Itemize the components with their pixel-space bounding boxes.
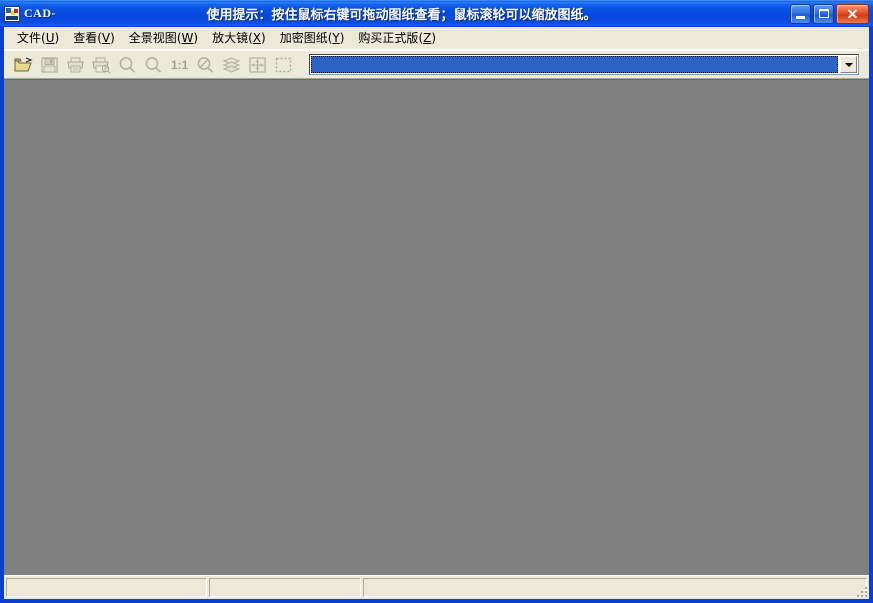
menu-bar: 文件(U) 查看(V) 全景视图(W) 放大镜(X) 加密图纸(Y) 购买正式版… bbox=[4, 27, 869, 50]
menu-label-encrypt: 加密图纸 bbox=[279, 31, 328, 45]
menu-accel-encrypt: Y bbox=[332, 31, 340, 45]
save-button[interactable] bbox=[37, 53, 62, 77]
drawing-selector-input[interactable] bbox=[311, 56, 838, 73]
layers-button[interactable] bbox=[219, 53, 244, 77]
menu-item-purchase[interactable]: 购买正式版(Z) bbox=[351, 27, 443, 49]
fit-to-window-icon bbox=[249, 56, 266, 73]
status-panel-info bbox=[363, 578, 867, 597]
zoom-out-button[interactable] bbox=[141, 53, 166, 77]
close-icon: ✕ bbox=[846, 5, 859, 22]
maximize-button[interactable] bbox=[813, 3, 834, 24]
menu-label-magnifier: 放大镜 bbox=[212, 31, 249, 45]
menu-item-encrypt[interactable]: 加密图纸(Y) bbox=[273, 27, 352, 49]
zoom-in-icon bbox=[119, 56, 136, 73]
status-panel-message bbox=[6, 578, 207, 597]
zoom-ratio-label: 1:1 bbox=[171, 58, 189, 72]
print-preview-button[interactable] bbox=[89, 53, 114, 77]
menu-item-file[interactable]: 文件(U) bbox=[10, 27, 66, 49]
maximize-icon bbox=[819, 8, 829, 18]
title-bar[interactable]: CAD- 使用提示：按住鼠标右键可拖动图纸查看；鼠标滚轮可以缩放图纸。 ✕ bbox=[0, 0, 873, 26]
cad-app-icon[interactable] bbox=[4, 5, 20, 22]
menu-label-view: 查看 bbox=[73, 31, 98, 45]
open-folder-icon bbox=[14, 56, 33, 71]
close-button[interactable]: ✕ bbox=[836, 3, 869, 24]
zoom-in-button[interactable] bbox=[115, 53, 140, 77]
menu-item-magnifier[interactable]: 放大镜(X) bbox=[205, 27, 273, 49]
client-frame: 文件(U) 查看(V) 全景视图(W) 放大镜(X) 加密图纸(Y) 购买正式版… bbox=[3, 26, 870, 600]
menu-accel-panorama: W bbox=[181, 31, 194, 45]
menu-label-panorama: 全景视图 bbox=[128, 31, 177, 45]
cad-viewer-window: CAD- 使用提示：按住鼠标右键可拖动图纸查看；鼠标滚轮可以缩放图纸。 ✕ 文件… bbox=[0, 0, 873, 603]
zoom-actual-size-button[interactable]: 1:1 bbox=[167, 53, 192, 77]
usage-hint-text: 使用提示：按住鼠标右键可拖动图纸查看；鼠标滚轮可以缩放图纸。 bbox=[206, 8, 597, 23]
window-controls: ✕ bbox=[790, 3, 873, 24]
menu-accel-magnifier: X bbox=[252, 31, 261, 45]
select-region-button[interactable] bbox=[271, 53, 296, 77]
select-region-icon bbox=[275, 57, 292, 72]
layers-icon bbox=[222, 56, 241, 73]
tool-bar: 1:1 bbox=[4, 50, 869, 79]
menu-label-purchase: 购买正式版 bbox=[358, 31, 419, 45]
zoom-cancel-icon bbox=[197, 56, 214, 73]
menu-item-view[interactable]: 查看(V) bbox=[66, 27, 122, 49]
menu-label-file: 文件 bbox=[17, 31, 42, 45]
zoom-out-icon bbox=[145, 56, 162, 73]
chevron-down-icon[interactable] bbox=[840, 56, 857, 73]
open-file-button[interactable] bbox=[11, 53, 36, 77]
print-button[interactable] bbox=[63, 53, 88, 77]
status-panel-coordinates bbox=[209, 578, 361, 597]
minimize-button[interactable] bbox=[790, 3, 811, 24]
menu-accel-purchase: Z bbox=[423, 31, 432, 45]
drawing-selector-combo[interactable] bbox=[309, 54, 859, 75]
print-preview-icon bbox=[92, 57, 111, 73]
print-icon bbox=[67, 57, 84, 72]
zoom-cancel-button[interactable] bbox=[193, 53, 218, 77]
menu-item-panorama[interactable]: 全景视图(W) bbox=[122, 27, 205, 49]
menu-accel-file: U bbox=[45, 31, 55, 45]
window-title: CAD- bbox=[24, 6, 56, 20]
drawing-canvas[interactable] bbox=[4, 79, 869, 575]
fit-to-window-button[interactable] bbox=[245, 53, 270, 77]
status-bar bbox=[4, 575, 869, 599]
menu-accel-view: V bbox=[101, 31, 111, 45]
zoom-actual-size-icon: 1:1 bbox=[171, 58, 189, 72]
minimize-icon bbox=[796, 15, 805, 19]
save-disk-icon bbox=[41, 56, 58, 73]
